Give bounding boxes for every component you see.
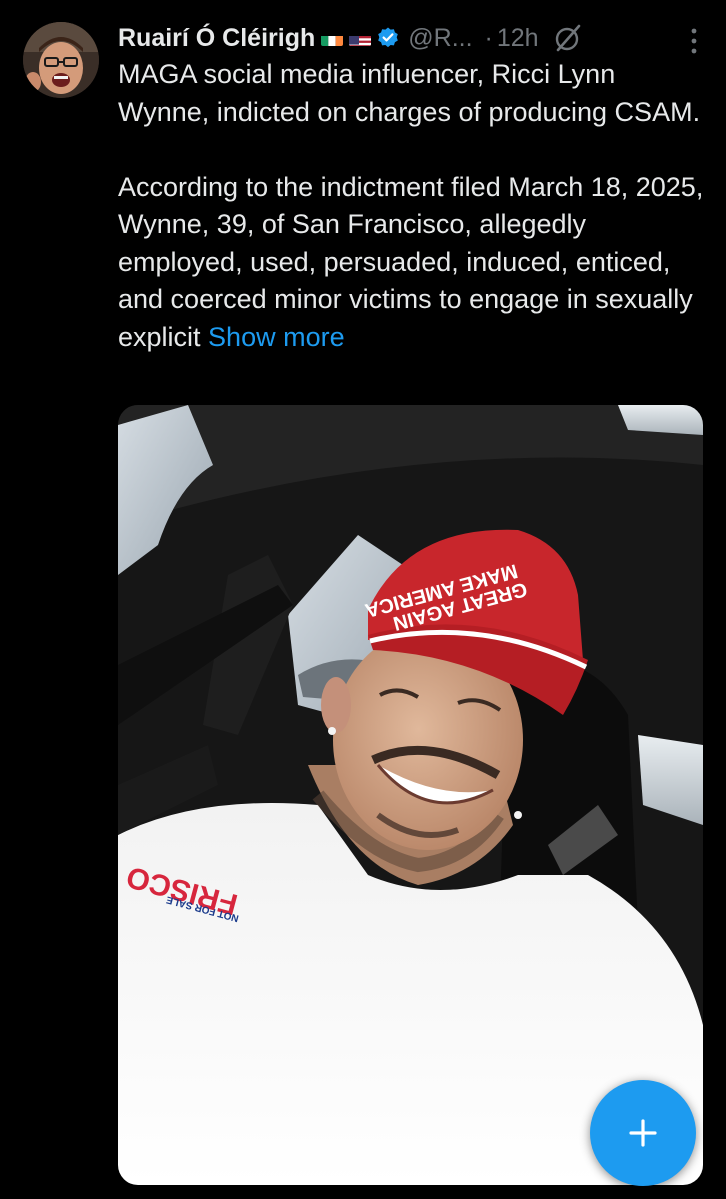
tweet-paragraph-1: MAGA social media influencer, Ricci Lynn… xyxy=(118,59,701,127)
verified-badge-icon xyxy=(376,26,400,50)
author-name[interactable]: Ruairí Ó Cléirigh xyxy=(118,24,315,53)
tweet: Ruairí Ó Cléirigh @R... · 12h MAGA socia… xyxy=(0,0,726,1199)
us-flag-icon xyxy=(349,30,372,46)
separator-dot: · xyxy=(484,23,493,52)
compose-button[interactable] xyxy=(590,1080,696,1186)
show-more-link[interactable]: Show more xyxy=(208,322,345,352)
avatar-image xyxy=(23,22,99,98)
tweet-paragraph-2-text: According to the indictment filed March … xyxy=(118,171,704,352)
timestamp[interactable]: 12h xyxy=(497,24,539,53)
tweet-text: MAGA social media influencer, Ricci Lynn… xyxy=(118,56,708,356)
ireland-flag-icon xyxy=(321,30,344,46)
media-photo: MAKE AMERICA GREAT AGAIN FRISCO NOT FOR … xyxy=(118,405,703,1185)
tweet-header: Ruairí Ó Cléirigh @R... · 12h xyxy=(118,18,706,58)
more-options-icon[interactable] xyxy=(690,28,698,54)
avatar[interactable] xyxy=(23,22,99,98)
tweet-paragraph-2: According to the indictment filed March … xyxy=(118,169,708,357)
tweet-media-image[interactable]: MAKE AMERICA GREAT AGAIN FRISCO NOT FOR … xyxy=(118,405,703,1185)
author-handle[interactable]: @R... xyxy=(408,24,472,53)
plus-icon xyxy=(629,1119,657,1147)
grok-icon[interactable] xyxy=(553,23,583,53)
